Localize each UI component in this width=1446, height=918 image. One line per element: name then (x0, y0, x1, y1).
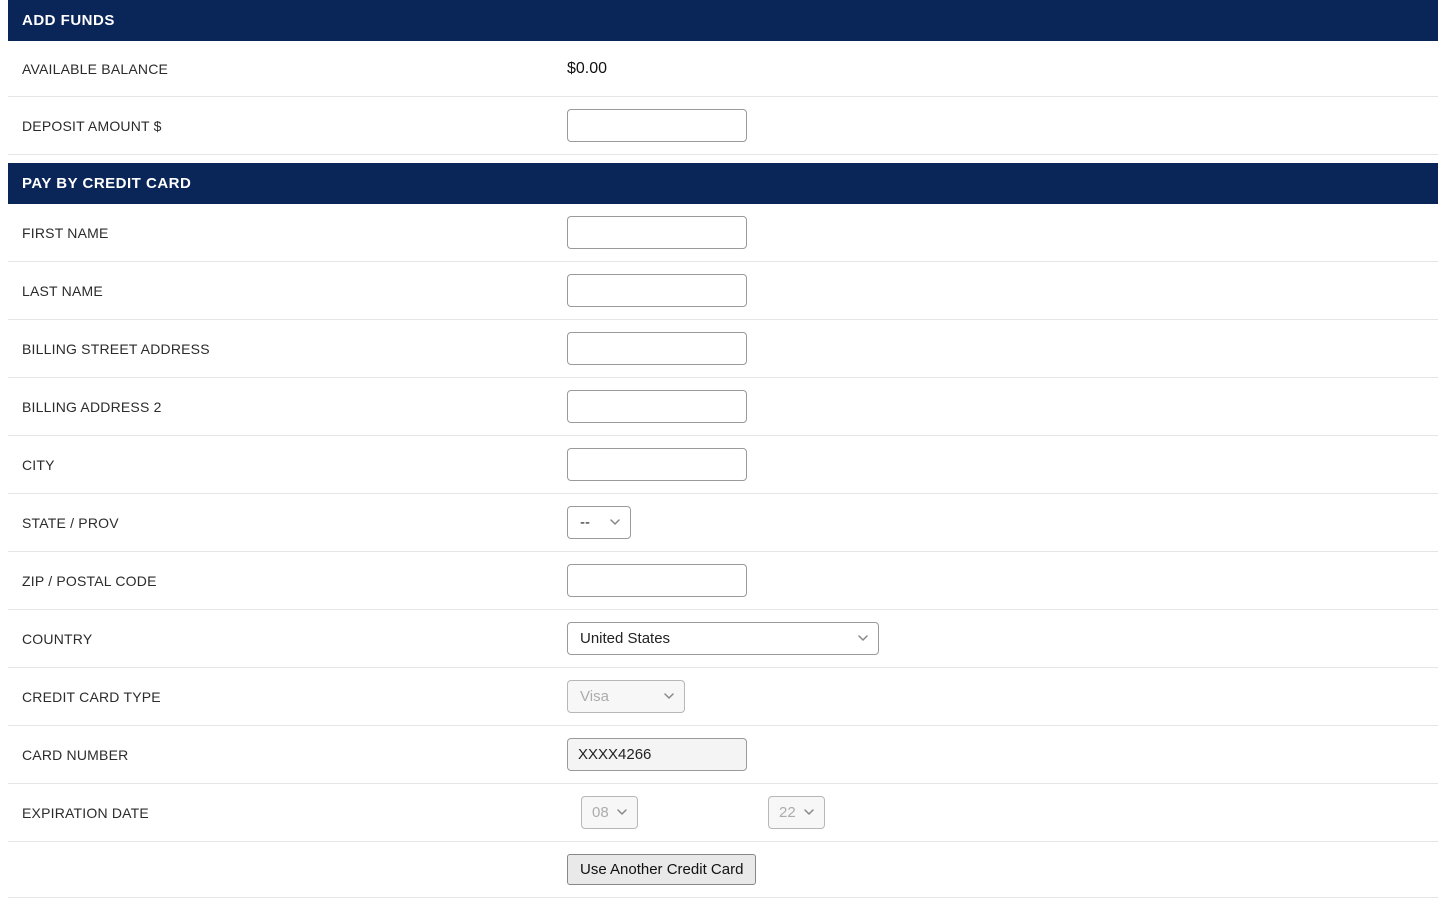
row-card-number: CARD NUMBER (8, 726, 1438, 784)
available-balance-value: $0.00 (567, 60, 607, 78)
last-name-input[interactable] (567, 274, 747, 307)
row-country: COUNTRY United States (8, 610, 1438, 668)
row-billing-address-2: BILLING ADDRESS 2 (8, 378, 1438, 436)
expiration-label: EXPIRATION DATE (22, 805, 567, 821)
use-another-card-button[interactable]: Use Another Credit Card (567, 854, 756, 885)
billing-address-2-label: BILLING ADDRESS 2 (22, 399, 567, 415)
first-name-label: FIRST NAME (22, 225, 567, 241)
section-header-add-funds: ADD FUNDS (8, 0, 1438, 41)
exp-year-wrap: 22 (768, 796, 825, 829)
card-number-label: CARD NUMBER (22, 747, 567, 763)
exp-month-select: 08 (581, 796, 638, 829)
country-label: COUNTRY (22, 631, 567, 647)
row-available-balance: AVAILABLE BALANCE $0.00 (8, 41, 1438, 97)
exp-year-select: 22 (768, 796, 825, 829)
row-billing-street: BILLING STREET ADDRESS (8, 320, 1438, 378)
card-number-input (567, 738, 747, 771)
cc-type-select-wrap: Visa (567, 680, 685, 713)
deposit-amount-input[interactable] (567, 109, 747, 142)
row-state: STATE / PROV -- (8, 494, 1438, 552)
country-select[interactable]: United States (567, 622, 879, 655)
row-expiration: EXPIRATION DATE 08 22 (8, 784, 1438, 842)
state-select-wrap: -- (567, 506, 631, 539)
row-first-name: FIRST NAME (8, 204, 1438, 262)
row-deposit-amount: DEPOSIT AMOUNT $ (8, 97, 1438, 155)
add-funds-form: ADD FUNDS AVAILABLE BALANCE $0.00 DEPOSI… (0, 0, 1446, 918)
state-label: STATE / PROV (22, 515, 567, 531)
section-header-pay-by-cc: PAY BY CREDIT CARD (8, 163, 1438, 204)
cc-type-label: CREDIT CARD TYPE (22, 689, 567, 705)
country-select-wrap: United States (567, 622, 879, 655)
city-label: CITY (22, 457, 567, 473)
first-name-input[interactable] (567, 216, 747, 249)
billing-address-2-input[interactable] (567, 390, 747, 423)
exp-month-wrap: 08 (581, 796, 638, 829)
billing-street-input[interactable] (567, 332, 747, 365)
cc-type-select: Visa (567, 680, 685, 713)
zip-input[interactable] (567, 564, 747, 597)
row-use-another-card: Use Another Credit Card (8, 842, 1438, 898)
zip-label: ZIP / POSTAL CODE (22, 573, 567, 589)
city-input[interactable] (567, 448, 747, 481)
row-cc-type: CREDIT CARD TYPE Visa (8, 668, 1438, 726)
last-name-label: LAST NAME (22, 283, 567, 299)
row-last-name: LAST NAME (8, 262, 1438, 320)
row-zip: ZIP / POSTAL CODE (8, 552, 1438, 610)
row-city: CITY (8, 436, 1438, 494)
available-balance-label: AVAILABLE BALANCE (22, 61, 567, 77)
billing-street-label: BILLING STREET ADDRESS (22, 341, 567, 357)
state-select[interactable]: -- (567, 506, 631, 539)
deposit-amount-label: DEPOSIT AMOUNT $ (22, 118, 567, 134)
